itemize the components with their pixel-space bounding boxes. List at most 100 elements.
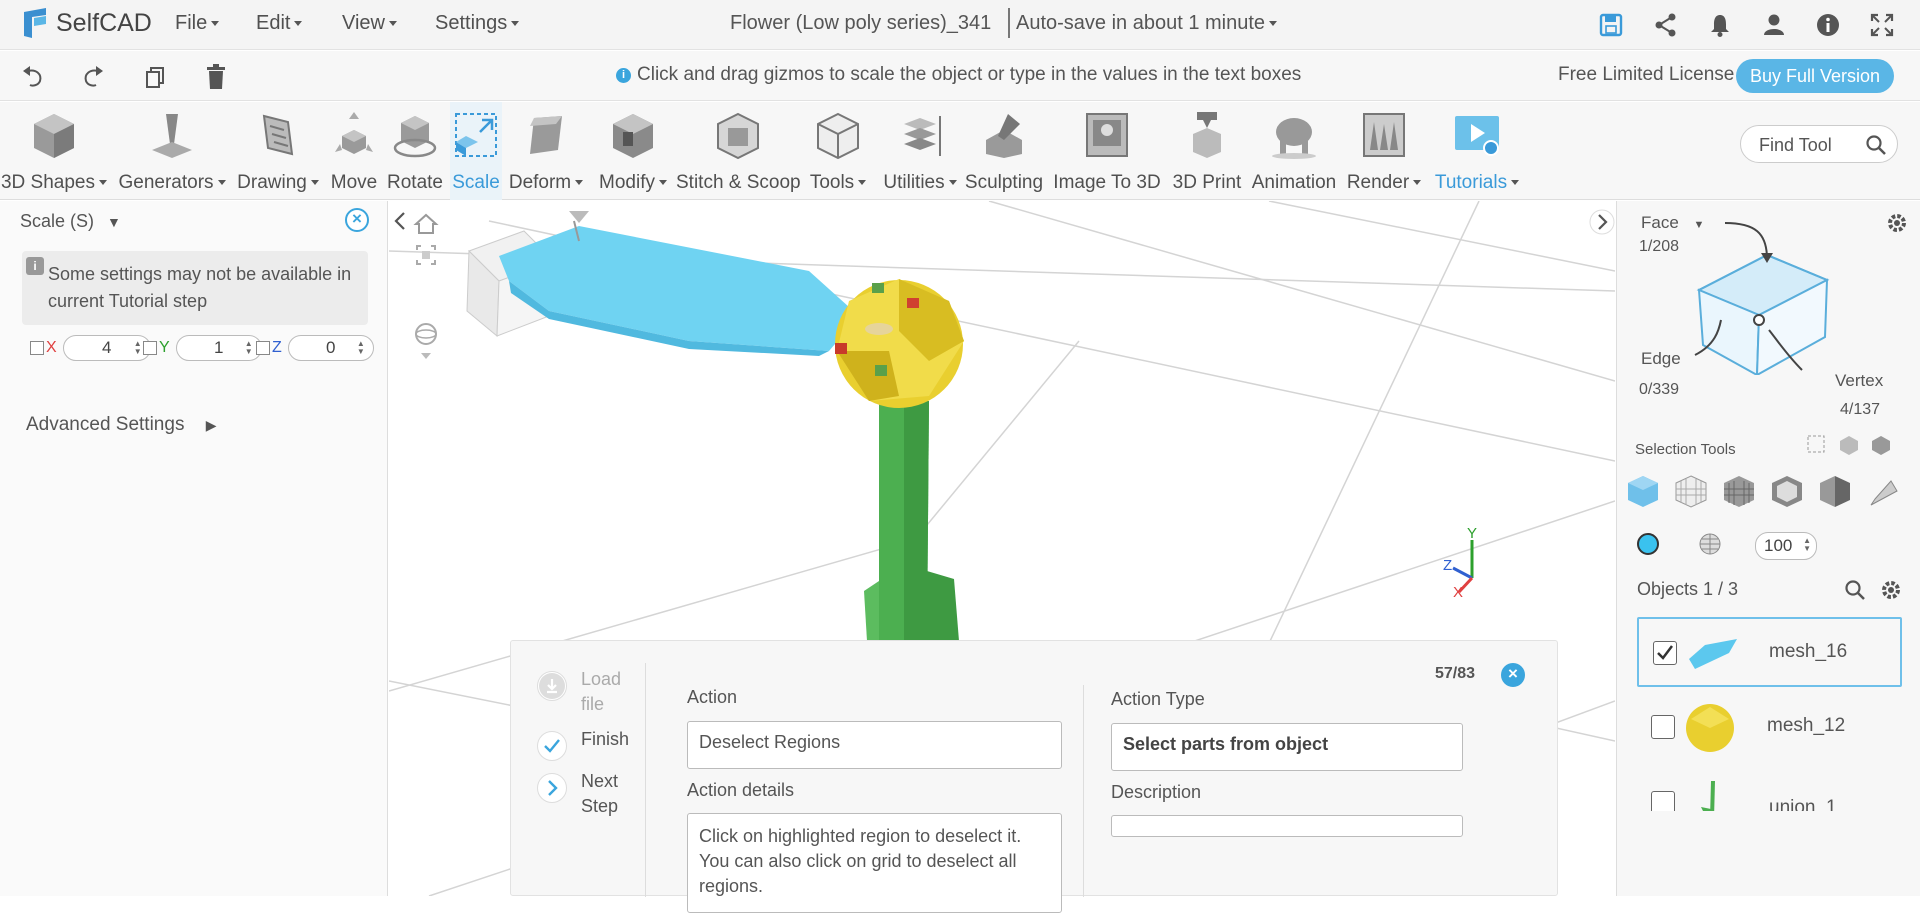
tutorials-icon <box>1455 116 1499 156</box>
tool-utilities[interactable]: Utilities <box>876 102 964 200</box>
delete-icon[interactable] <box>203 63 229 91</box>
brush-size-input[interactable]: 100 ▲ ▼ <box>1755 532 1817 560</box>
select-all-icon[interactable] <box>1869 433 1893 457</box>
z-label: Z <box>272 339 282 356</box>
vertex-count: 4/137 <box>1840 401 1881 418</box>
autosave-status[interactable]: Auto-save in about 1 minute <box>1016 12 1277 35</box>
tool-stitch-scoop[interactable]: Stitch & Scoop <box>676 102 801 200</box>
share-icon[interactable] <box>1652 11 1680 39</box>
collapse-right-panel-icon[interactable] <box>1589 209 1615 235</box>
tool-scale[interactable]: Scale <box>450 102 502 200</box>
brush-sphere-icon[interactable] <box>1697 531 1723 557</box>
tool-rotate[interactable]: Rotate <box>384 102 446 200</box>
next-step-button[interactable]: Next Step <box>537 769 635 819</box>
select-visible-icon[interactable] <box>1837 433 1861 457</box>
object-visibility-checkbox[interactable] <box>1651 791 1675 811</box>
grid-select-icon[interactable] <box>1721 473 1757 509</box>
object-name: union_1 <box>1769 797 1837 811</box>
plane-select-icon[interactable] <box>1865 473 1901 509</box>
mesh-16-petal[interactable] <box>499 211 859 356</box>
stepper-icon[interactable]: ▲ ▼ <box>357 340 365 356</box>
mesh-12-flower-head[interactable] <box>835 279 964 408</box>
selfcad-logo[interactable]: SelfCAD <box>20 6 152 40</box>
redo-icon[interactable] <box>80 64 106 90</box>
tool-modify[interactable]: Modify <box>592 102 674 200</box>
home-view-icon[interactable] <box>413 211 439 237</box>
save-icon[interactable] <box>1597 11 1625 39</box>
tool-generators[interactable]: Generators <box>114 102 230 200</box>
triangle-down-icon[interactable]: ▼ <box>107 214 121 230</box>
union-1-stem[interactable] <box>864 401 959 641</box>
half-select-icon[interactable] <box>1817 473 1853 509</box>
selection-cube-diagram[interactable] <box>1677 215 1897 375</box>
rotate-icon <box>393 116 437 158</box>
tool-animation[interactable]: Animation <box>1246 102 1342 200</box>
tool-render[interactable]: Render <box>1346 102 1422 200</box>
user-icon[interactable] <box>1760 11 1788 39</box>
x-scale-input[interactable]: 4 ▲ ▼ <box>62 335 151 361</box>
brush-circle-icon[interactable] <box>1635 531 1661 557</box>
panel-title-text: Scale (S) <box>20 211 95 231</box>
object-row-mesh-16[interactable]: mesh_16 <box>1637 617 1902 687</box>
z-scale-input[interactable]: 0 ▲ ▼ <box>287 335 374 361</box>
animation-icon <box>1272 118 1316 159</box>
orbit-view-icon[interactable] <box>413 321 439 361</box>
stepper-icon[interactable]: ▲ ▼ <box>245 340 253 356</box>
menu-file[interactable]: File <box>175 12 219 35</box>
document-title[interactable]: Flower (Low poly series)_341 <box>730 12 991 35</box>
menu-settings[interactable]: Settings <box>435 12 519 35</box>
chevron-right-icon <box>537 773 567 803</box>
collapse-left-panel-icon[interactable] <box>389 209 411 233</box>
move-icon <box>335 112 373 154</box>
tool-image-to-3d[interactable]: Image To 3D <box>1052 102 1162 200</box>
step-finish[interactable]: Finish <box>537 727 629 761</box>
search-objects-icon[interactable] <box>1843 578 1867 602</box>
face-select-icon[interactable] <box>1625 473 1661 509</box>
search-icon[interactable] <box>1865 134 1887 156</box>
y-lock-checkbox[interactable] <box>143 341 157 355</box>
tool-drawing[interactable]: Drawing <box>234 102 322 200</box>
tool-3d-print[interactable]: 3D Print <box>1166 102 1248 200</box>
objects-settings-icon[interactable] <box>1879 578 1903 602</box>
box-select-icon[interactable] <box>1805 433 1829 457</box>
panel-title[interactable]: Scale (S) ▼ <box>20 211 121 232</box>
z-lock-checkbox[interactable] <box>256 341 270 355</box>
stitch-scoop-icon <box>717 112 759 160</box>
vertex-label[interactable]: Vertex <box>1835 371 1883 391</box>
buy-full-version-button[interactable]: Buy Full Version <box>1736 59 1894 93</box>
object-row-mesh-12[interactable]: mesh_12 <box>1637 693 1902 763</box>
x-lock-checkbox[interactable] <box>30 341 44 355</box>
fullscreen-icon[interactable] <box>1868 11 1896 39</box>
stepper-icon[interactable]: ▲ ▼ <box>134 340 142 356</box>
object-row-union-1[interactable]: union_1 <box>1637 769 1902 811</box>
find-tool-input[interactable]: Find Tool <box>1740 125 1898 163</box>
solid-select-icon[interactable] <box>1769 473 1805 509</box>
menu-edit[interactable]: Edit <box>256 12 302 35</box>
tool-label: Generators <box>114 172 230 194</box>
copy-icon[interactable] <box>142 64 168 90</box>
warning-text: Some settings may not be available in cu… <box>48 264 352 311</box>
object-visibility-checkbox[interactable] <box>1651 715 1675 739</box>
menu-view[interactable]: View <box>342 12 397 35</box>
stepper-icon[interactable]: ▲ ▼ <box>1803 537 1811 553</box>
tool-sculpting[interactable]: Sculpting <box>964 102 1044 200</box>
tool-tutorials[interactable]: Tutorials <box>1428 102 1526 200</box>
tool-tools[interactable]: Tools <box>804 102 872 200</box>
edge-label[interactable]: Edge <box>1641 349 1681 369</box>
x-scale-control: X 4 ▲ ▼ <box>30 335 151 361</box>
close-panel-button[interactable]: × <box>345 208 369 232</box>
tool-3d-shapes[interactable]: 3D Shapes <box>0 102 108 200</box>
tool-move[interactable]: Move <box>326 102 382 200</box>
bell-icon[interactable] <box>1706 11 1734 39</box>
mesh-select-icon[interactable] <box>1673 473 1709 509</box>
close-tutorial-button[interactable]: × <box>1501 663 1525 687</box>
object-visibility-checkbox[interactable] <box>1653 641 1677 665</box>
app-name: SelfCAD <box>56 8 152 37</box>
fit-view-icon[interactable] <box>414 243 438 267</box>
advanced-settings-toggle[interactable]: Advanced Settings ▶ <box>26 414 217 436</box>
top-menu-bar: SelfCAD File Edit View Settings Flower (… <box>0 0 1920 50</box>
tool-deform[interactable]: Deform <box>506 102 586 200</box>
y-scale-input[interactable]: 1 ▲ ▼ <box>175 335 262 361</box>
undo-icon[interactable] <box>20 64 46 90</box>
info-icon[interactable] <box>1814 11 1842 39</box>
